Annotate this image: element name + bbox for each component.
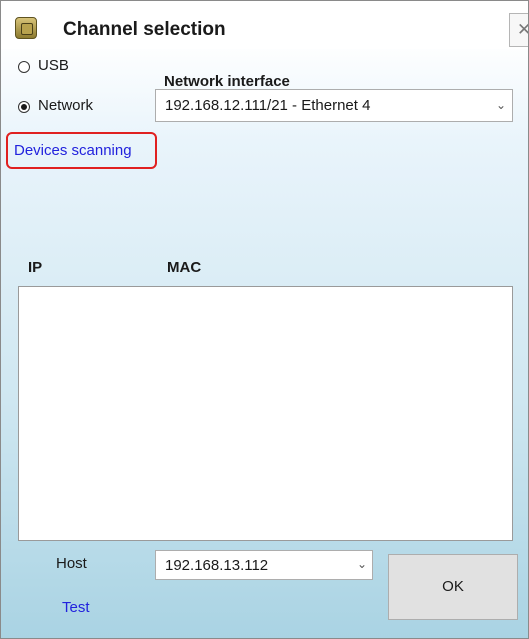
ok-button[interactable]: OK [388,554,518,620]
host-value: 192.168.13.112 [165,557,269,574]
usb-radio[interactable] [18,61,30,73]
network-interface-value: 192.168.12.111/21 - Ethernet 4 [165,97,371,114]
network-radio[interactable] [18,101,30,113]
devices-scanning-link[interactable]: Devices scanning [14,142,132,159]
usb-radio-label[interactable]: USB [38,57,69,74]
host-select[interactable]: 192.168.13.112 ⌄ [155,550,373,580]
network-interface-label: Network interface [164,73,290,90]
close-button[interactable]: ✕ [509,13,528,47]
column-header-mac: MAC [167,259,202,276]
test-link[interactable]: Test [62,599,90,616]
column-header-ip: IP [28,259,43,276]
network-radio-label[interactable]: Network [38,97,93,114]
app-icon [15,17,37,39]
network-interface-select[interactable]: 192.168.12.111/21 - Ethernet 4 ⌄ [155,89,513,122]
window-title: Channel selection [63,19,226,40]
close-icon: ✕ [517,20,528,39]
device-list[interactable] [18,286,513,541]
title-bar: Channel selection ✕ [1,1,528,49]
channel-selection-dialog: Channel selection ✕ USB Network interfac… [0,0,529,639]
host-label: Host [56,555,87,572]
chevron-down-icon: ⌄ [496,98,507,112]
chevron-down-icon: ⌄ [357,557,368,571]
